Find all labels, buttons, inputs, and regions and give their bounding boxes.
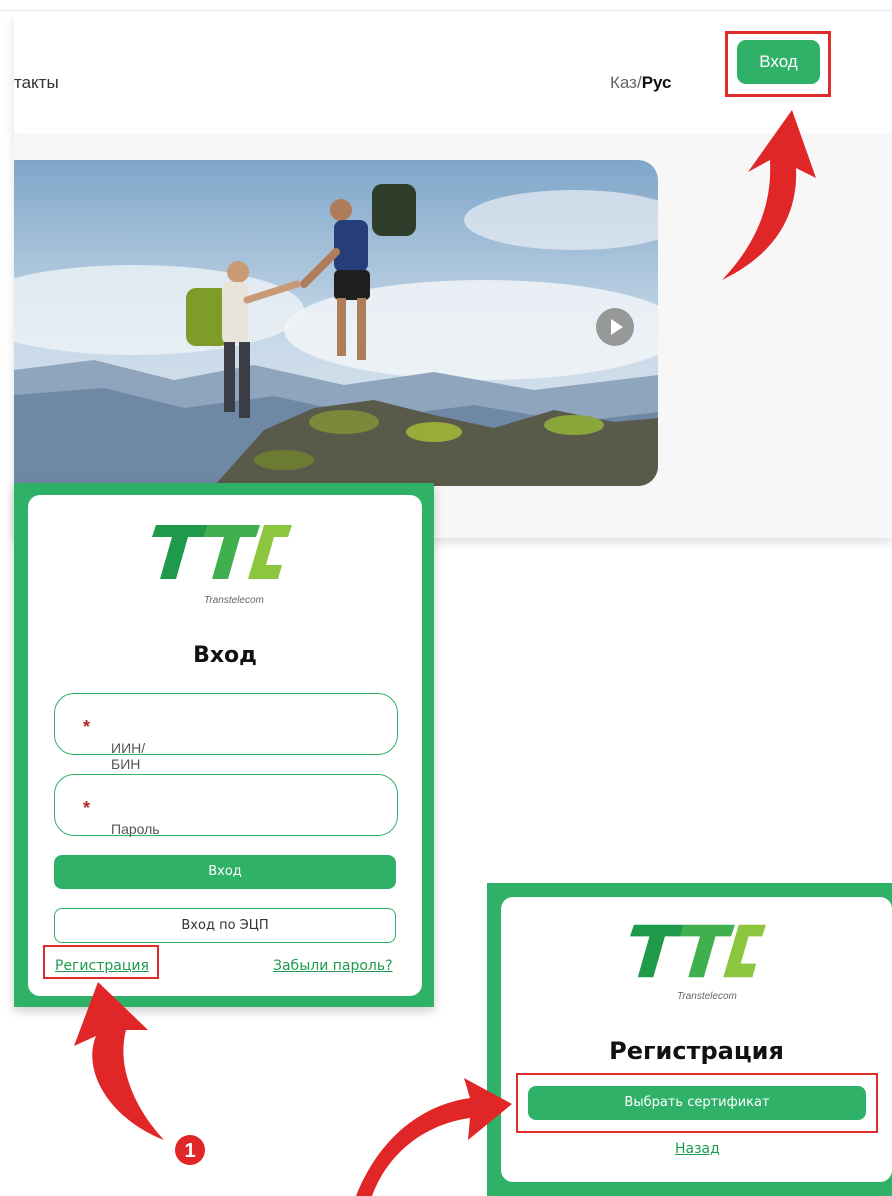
step-number: 1	[184, 1140, 195, 1162]
arrow-to-register-link-icon	[74, 982, 164, 1140]
arrow-to-header-login-icon	[722, 110, 816, 280]
annotation-arrows: 1	[74, 110, 816, 1196]
arrow-to-choose-certificate-icon	[356, 1078, 512, 1196]
